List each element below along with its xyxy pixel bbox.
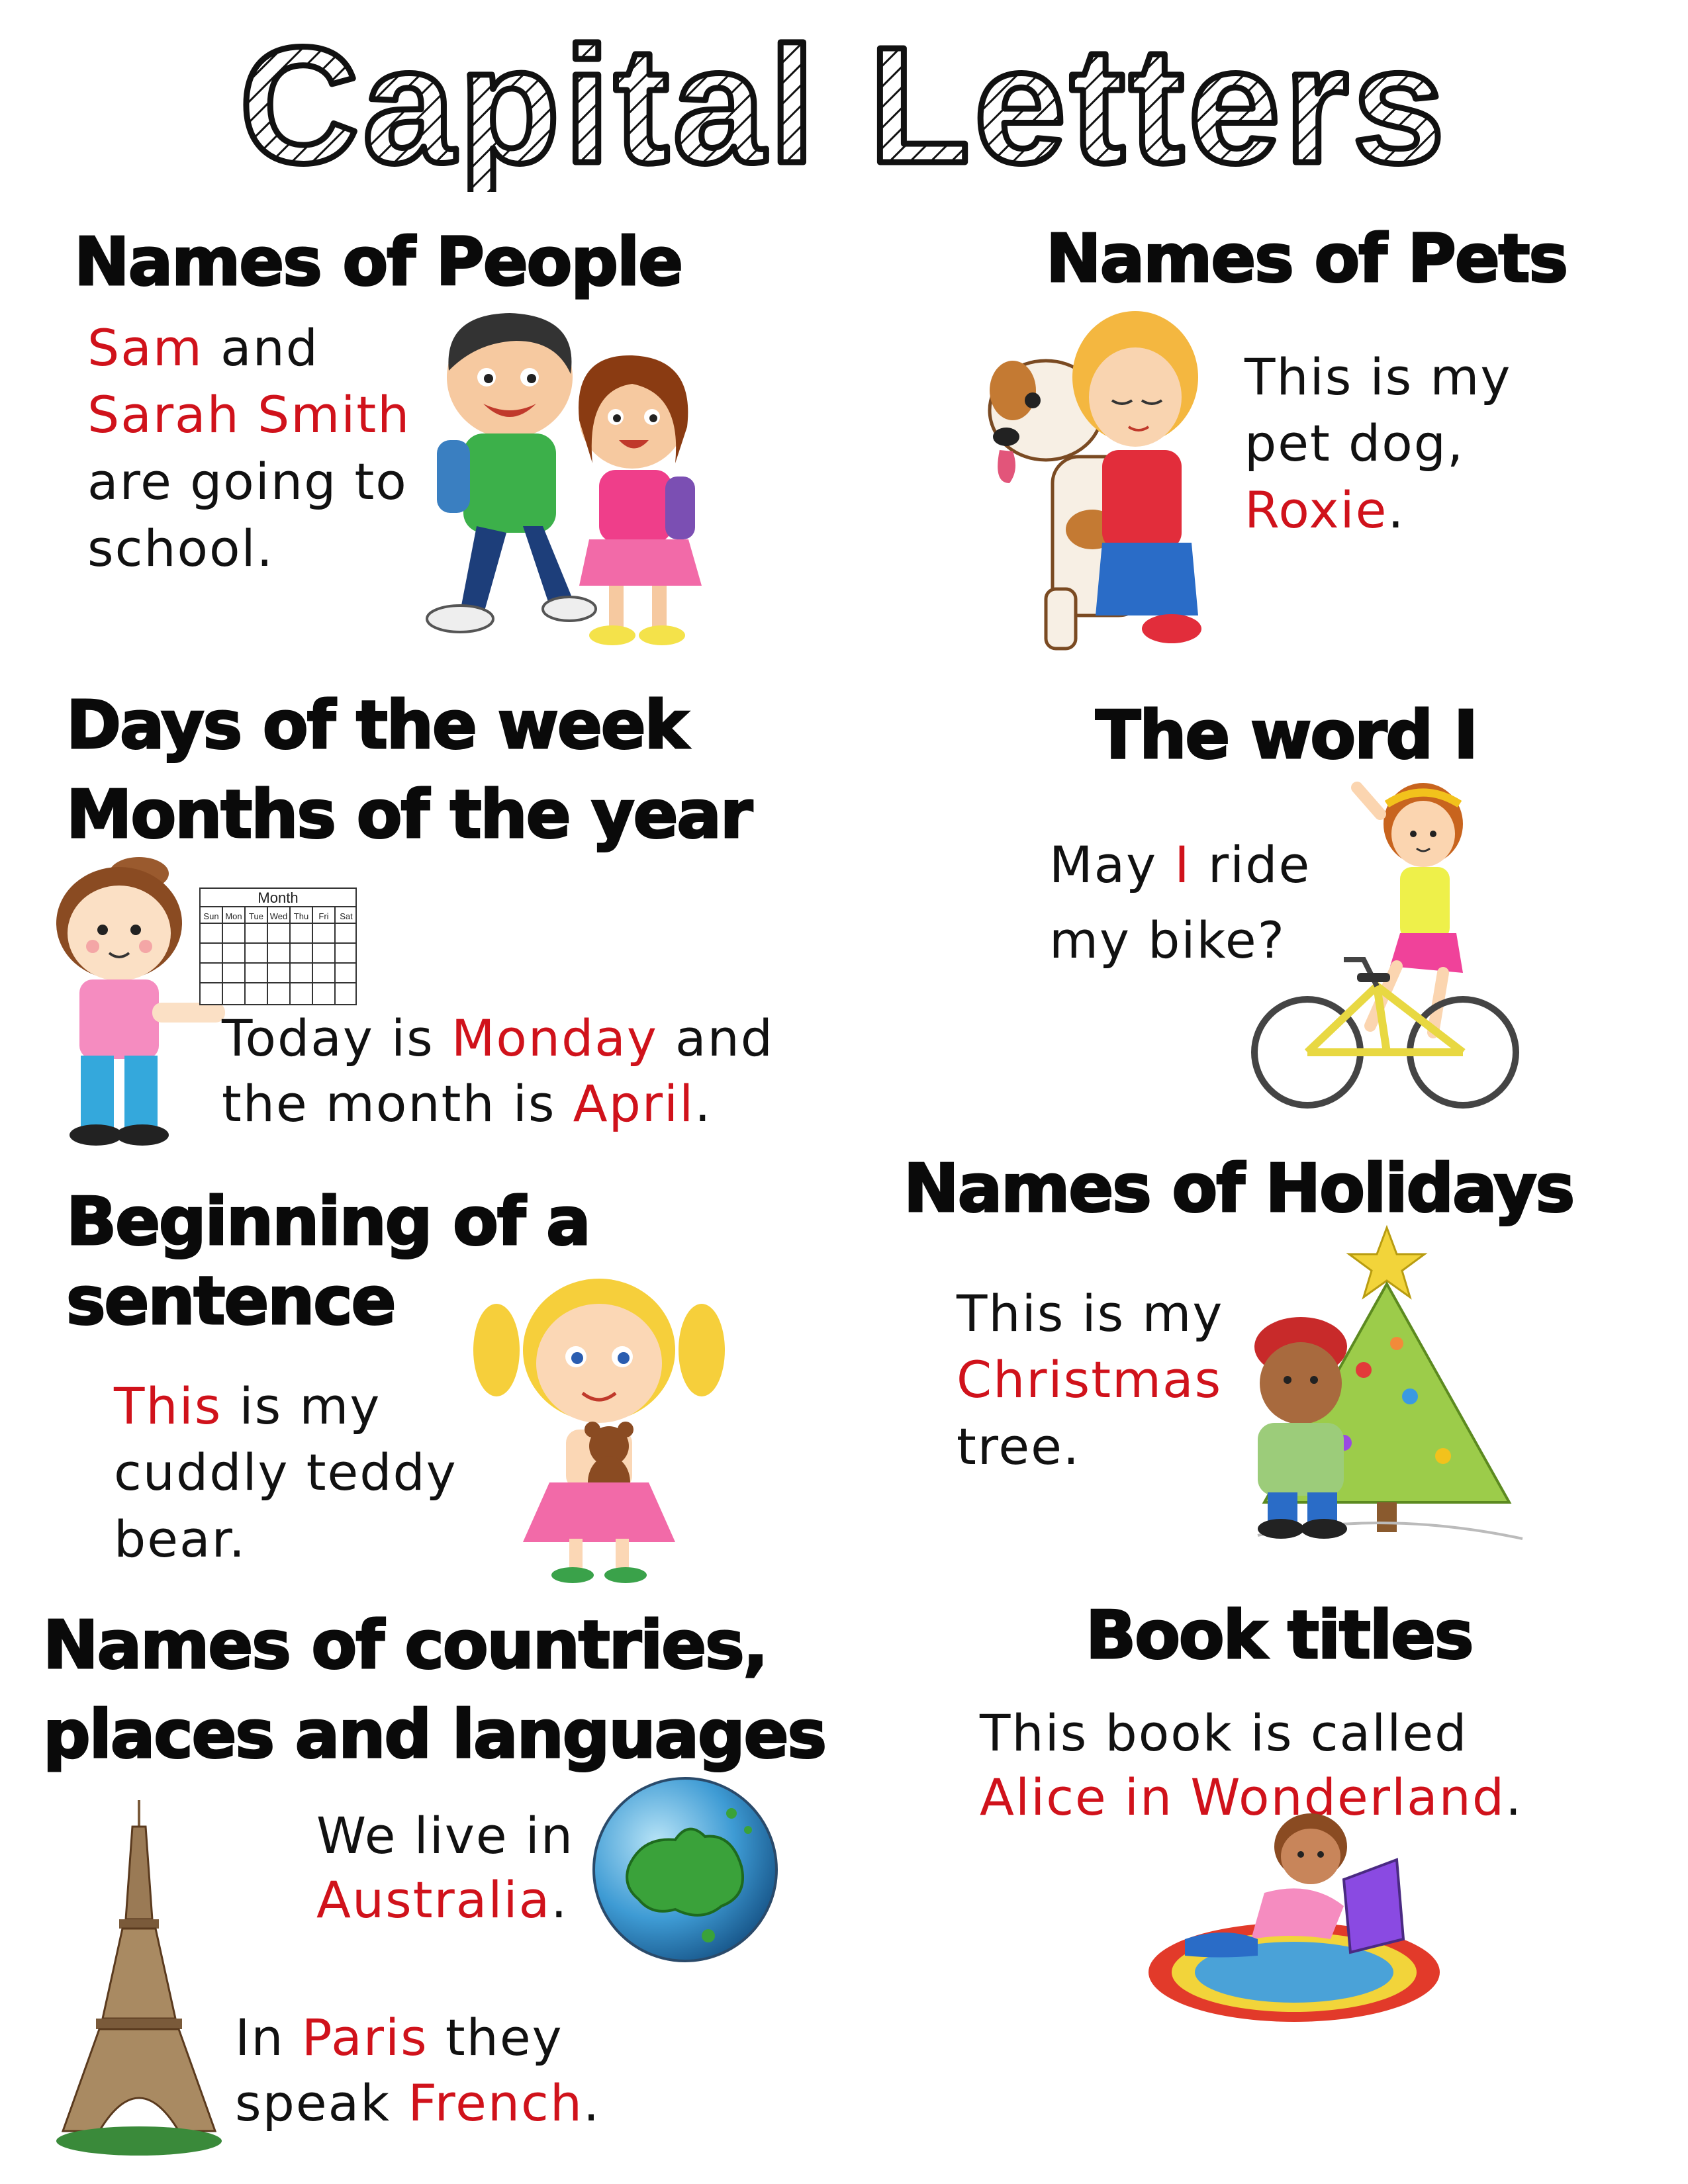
text-run: . <box>1505 1768 1523 1827</box>
text-run: This book is called <box>980 1704 1468 1762</box>
text-line: Christmas <box>957 1347 1223 1413</box>
text-line: This is my <box>1244 344 1511 410</box>
text-run: We live in <box>316 1806 575 1865</box>
heading-names-of-pets: Names of Pets <box>1045 220 1570 297</box>
text-line: tree. <box>957 1414 1223 1480</box>
highlighted-word: Paris <box>301 2008 428 2067</box>
calendar-day-label: Wed <box>270 911 288 921</box>
calendar-day-label: Thu <box>294 911 308 921</box>
text-line: Roxie. <box>1244 477 1511 543</box>
text-beginning-of-sentence: This is my cuddly teddy bear. <box>114 1373 457 1572</box>
text-run: and <box>657 1009 774 1068</box>
text-run: . <box>583 2073 601 2132</box>
calendar-day-label: Mon <box>225 911 242 921</box>
text-line: This book is called <box>980 1701 1523 1765</box>
text-run: and <box>203 318 319 377</box>
calendar-day-label: Tue <box>249 911 263 921</box>
calendar-day-label: Sun <box>203 911 218 921</box>
heading-names-of-countries: Names of countries, <box>42 1606 770 1684</box>
text-line: Sarah Smith <box>87 381 410 448</box>
heading-months-of-the-year: Months of the year <box>65 776 753 853</box>
text-line: This is my <box>114 1373 457 1439</box>
text-run: school. <box>87 519 274 578</box>
hatched-title-art: Capital Letters <box>236 20 1449 192</box>
text-line: school. <box>87 515 410 582</box>
highlighted-word: Sarah Smith <box>87 385 411 445</box>
highlighted-word: Roxie <box>1244 480 1388 539</box>
text-days-months: Today is Monday and the month is April. <box>222 1006 774 1137</box>
text-run: Today is <box>222 1009 451 1068</box>
text-run: This is my <box>1244 347 1512 406</box>
text-names-of-people: Sam and Sarah Smith are going to school. <box>87 314 410 582</box>
girl-with-teddy-bear-illustration <box>470 1271 728 1588</box>
text-run: are going to <box>87 452 408 512</box>
text-run: . <box>1387 480 1405 539</box>
text-run: In <box>235 2008 302 2067</box>
text-line: are going to <box>87 448 410 515</box>
heading-names-of-holidays: Names of Holidays <box>902 1150 1575 1227</box>
girl-riding-bike-illustration <box>1244 774 1523 1118</box>
text-line: the month is April. <box>222 1071 774 1137</box>
text-countries-paris: In Paris they speak French. <box>235 2005 600 2136</box>
text-line: Sam and <box>87 314 410 381</box>
text-run: . <box>551 1870 569 1930</box>
globe-australia-icon <box>589 1774 781 1966</box>
text-run: tree. <box>957 1416 1081 1476</box>
text-line: In Paris they <box>235 2005 600 2071</box>
text-run: This is my <box>957 1284 1224 1343</box>
highlighted-word: Australia <box>316 1870 551 1930</box>
text-names-of-pets: This is my pet dog, Roxie. <box>1244 344 1511 543</box>
highlighted-word: Monday <box>451 1009 658 1068</box>
page-title: Capital Letters <box>0 20 1688 192</box>
highlighted-word: April <box>573 1073 695 1133</box>
text-run: cuddly teddy <box>114 1443 457 1502</box>
eiffel-tower-illustration <box>53 1800 225 2158</box>
calendar-day-label: Fri <box>318 911 328 921</box>
highlighted-word: Sam <box>87 318 203 377</box>
highlighted-word: French <box>408 2073 583 2132</box>
text-run: they <box>428 2008 563 2067</box>
child-with-christmas-tree-illustration <box>1231 1224 1536 1555</box>
title-text: Capital Letters <box>240 20 1449 192</box>
text-line: bear. <box>114 1506 457 1572</box>
text-run: the month is <box>222 1073 573 1133</box>
text-run: . <box>694 1073 712 1133</box>
heading-the-word-i: The word I <box>1094 696 1479 774</box>
calendar-grid: Month Sun Mon Tue Wed Thu Fri Sat <box>199 887 357 1006</box>
heading-sentence: sentence <box>65 1262 397 1340</box>
heading-book-titles: Book titles <box>1084 1596 1474 1674</box>
heading-days-of-the-week: Days of the week <box>65 686 689 764</box>
text-run: May <box>1049 835 1175 894</box>
text-line: This is my <box>957 1281 1223 1347</box>
text-line: pet dog, <box>1244 410 1511 477</box>
text-run: bear. <box>114 1509 246 1569</box>
text-run: is my <box>222 1377 381 1435</box>
highlighted-word: Christmas <box>957 1350 1223 1410</box>
highlighted-word: I <box>1174 835 1191 894</box>
girl-hugging-dog-illustration <box>973 304 1225 662</box>
text-line: Australia. <box>316 1868 574 1932</box>
girl-reading-on-rug-illustration <box>1145 1807 1443 2025</box>
text-names-of-holidays: This is my Christmas tree. <box>957 1281 1223 1480</box>
text-line: Today is Monday and <box>222 1006 774 1071</box>
text-countries-australia: We live in Australia. <box>316 1803 574 1933</box>
heading-beginning-of-a: Beginning of a <box>66 1183 592 1260</box>
boy-and-girl-walking-illustration <box>397 301 715 672</box>
calendar-title: Month <box>258 889 298 906</box>
text-run: speak <box>235 2073 408 2132</box>
text-line: We live in <box>316 1803 574 1868</box>
heading-names-of-people: Names of People <box>73 223 684 300</box>
highlighted-word: This <box>114 1377 222 1435</box>
heading-places-and-languages: places and languages <box>42 1696 828 1773</box>
text-line: cuddly teddy <box>114 1439 457 1506</box>
text-run: pet dog, <box>1244 414 1465 473</box>
text-line: speak French. <box>235 2071 600 2136</box>
calendar-day-label: Sat <box>340 911 353 921</box>
